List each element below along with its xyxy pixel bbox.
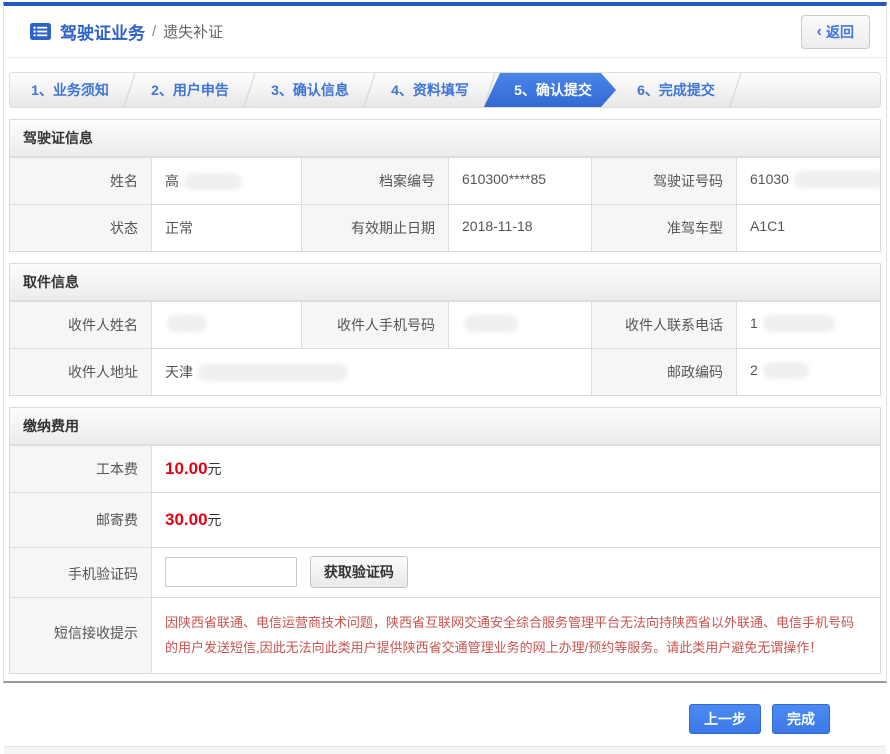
section-title-fees: 缴纳费用 — [10, 408, 880, 445]
back-button-label: 返回 — [826, 22, 854, 42]
recipient-address-value: 天津 — [152, 349, 592, 395]
production-fee-label: 工本费 — [10, 446, 152, 492]
status-value: 正常 — [152, 205, 302, 251]
step-5-confirm-submit-active: 5、确认提交 — [484, 73, 616, 107]
section-title-pickup: 取件信息 — [10, 264, 880, 301]
recipient-mobile-label: 收件人手机号码 — [302, 302, 449, 348]
step-bar-tail — [736, 73, 880, 107]
file-no-label: 档案编号 — [302, 158, 449, 204]
production-fee-value: 10.00元 — [152, 446, 880, 492]
step-label: 3、确认信息 — [271, 80, 349, 100]
redaction-blur — [794, 171, 880, 188]
mailing-fee-unit: 元 — [208, 512, 222, 528]
action-bar: 上一步 完成 — [4, 674, 886, 746]
redaction-blur — [167, 315, 207, 332]
step-label: 1、业务须知 — [31, 80, 109, 100]
status-label: 状态 — [10, 205, 152, 251]
pickup-info-section: 取件信息 收件人姓名 收件人手机号码 收件人联系电话 1 收件人地址 天津 邮政… — [9, 263, 881, 396]
recipient-phone-label: 收件人联系电话 — [592, 302, 737, 348]
recipient-address-label: 收件人地址 — [10, 349, 152, 395]
sms-code-input[interactable] — [165, 557, 297, 587]
vehicle-class-value: A1C1 — [737, 205, 880, 251]
mailing-fee-label: 邮寄费 — [10, 493, 152, 547]
sms-code-label: 手机验证码 — [10, 548, 152, 597]
postal-code-value: 2 — [737, 349, 880, 395]
recipient-name-label: 收件人姓名 — [10, 302, 152, 348]
license-no-value: 61030 — [737, 158, 880, 204]
step-4-fill-data: 4、资料填写 — [370, 73, 490, 107]
page-footer-strip — [4, 746, 886, 754]
sms-code-cell: 获取验证码 — [152, 548, 880, 597]
step-3-confirm-info: 3、确认信息 — [250, 73, 370, 107]
file-no-value: 610300****85 — [449, 158, 592, 204]
production-fee-unit: 元 — [208, 461, 222, 477]
step-progress-bar: 1、业务须知 2、用户申告 3、确认信息 4、资料填写 5、确认提交 6、完成提… — [9, 72, 881, 108]
step-2-user-declaration: 2、用户申告 — [130, 73, 250, 107]
redaction-blur — [184, 173, 242, 190]
license-info-section: 驾驶证信息 姓名 高 档案编号 610300****85 驾驶证号码 61030… — [9, 119, 881, 252]
fees-section: 缴纳费用 工本费 10.00元 邮寄费 30.00元 手机验证码 获取验证码 短… — [9, 407, 881, 674]
page-title: 驾驶证业务 — [60, 19, 145, 44]
mailing-fee-amount: 30.00 — [165, 510, 208, 529]
vehicle-class-label: 准驾车型 — [592, 205, 737, 251]
sms-notice-label: 短信接收提示 — [10, 598, 152, 673]
production-fee-amount: 10.00 — [165, 459, 208, 478]
back-button[interactable]: ‹ 返回 — [801, 15, 870, 49]
list-icon — [30, 23, 51, 40]
recipient-phone-value: 1 — [737, 302, 880, 348]
section-title-license: 驾驶证信息 — [10, 120, 880, 157]
step-1-business-notice: 1、业务须知 — [10, 73, 130, 107]
redaction-blur — [763, 362, 809, 379]
previous-step-button[interactable]: 上一步 — [689, 704, 761, 734]
main-content: 驾驶证信息 姓名 高 档案编号 610300****85 驾驶证号码 61030… — [4, 108, 886, 674]
name-value: 高 — [152, 158, 302, 204]
page-container: 驾驶证业务 / 遗失补证 ‹ 返回 1、业务须知 2、用户申告 3、确认信息 4… — [3, 2, 887, 683]
chevron-left-icon: ‹ — [817, 24, 822, 40]
redaction-blur — [198, 364, 348, 381]
mailing-fee-value: 30.00元 — [152, 493, 880, 547]
page-header: 驾驶证业务 / 遗失补证 ‹ 返回 — [4, 6, 886, 58]
finish-button[interactable]: 完成 — [772, 704, 830, 734]
expiry-value: 2018-11-18 — [449, 205, 592, 251]
postal-code-label: 邮政编码 — [592, 349, 737, 395]
step-label: 2、用户申告 — [151, 80, 229, 100]
step-label: 6、完成提交 — [637, 80, 715, 100]
redaction-blur — [763, 315, 835, 332]
license-no-label: 驾驶证号码 — [592, 158, 737, 204]
sms-notice-text: 因陕西省联通、电信运营商技术问题，陕西省互联网交通安全综合服务管理平台无法向持陕… — [152, 598, 880, 673]
breadcrumb-current: 遗失补证 — [163, 21, 223, 42]
name-label: 姓名 — [10, 158, 152, 204]
recipient-mobile-value — [449, 302, 592, 348]
redaction-blur — [464, 315, 518, 332]
step-label: 5、确认提交 — [514, 80, 592, 100]
step-6-complete-submit: 6、完成提交 — [616, 73, 736, 107]
recipient-name-value — [152, 302, 302, 348]
step-label: 4、资料填写 — [391, 80, 469, 100]
expiry-label: 有效期止日期 — [302, 205, 449, 251]
get-sms-code-button[interactable]: 获取验证码 — [310, 556, 408, 588]
breadcrumb-separator: / — [152, 23, 156, 40]
